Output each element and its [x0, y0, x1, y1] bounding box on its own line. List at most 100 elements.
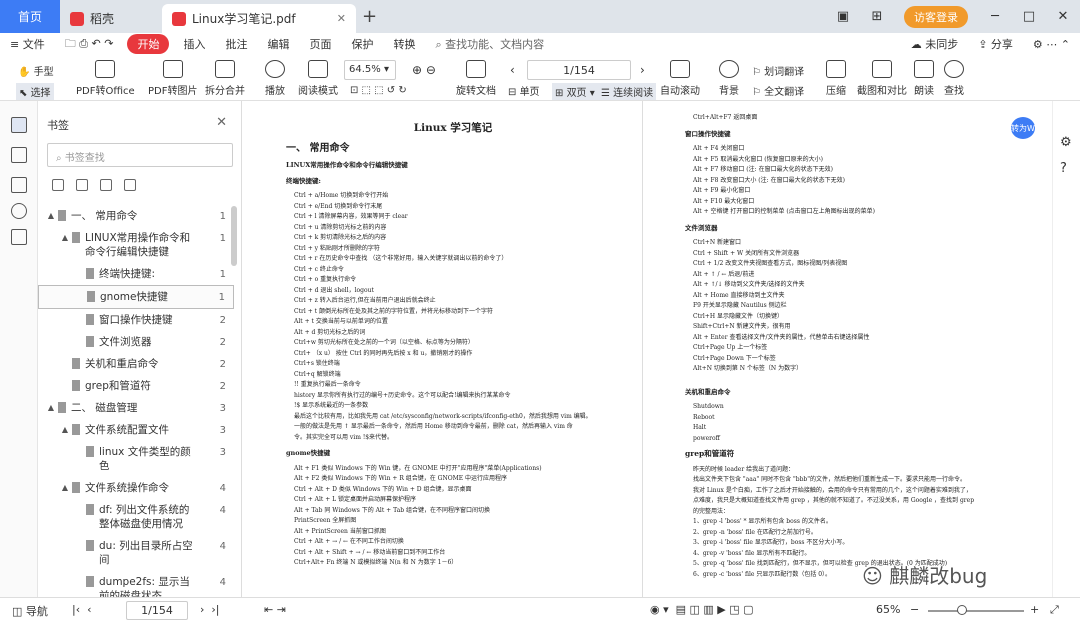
- feature-search[interactable]: ⌕ 查找功能、文档内容: [435, 36, 544, 52]
- thumbnail-icon[interactable]: [11, 147, 27, 163]
- view-mode-status-icons[interactable]: ◉ ▾ ▤ ◫ ▥ ▶ ◳ ▢: [650, 603, 754, 616]
- help-icon[interactable]: ?: [1060, 161, 1067, 176]
- bookmark-item[interactable]: linux 文件类型的颜色 3: [38, 441, 234, 477]
- maximize-icon[interactable]: □: [1012, 9, 1046, 24]
- bookmark-icon[interactable]: [100, 179, 112, 191]
- bookmark-item[interactable]: df: 列出文件系统的整体磁盘使用情况 4: [38, 499, 234, 535]
- pdf-to-image-button[interactable]: PDF转图片: [148, 60, 197, 97]
- menu-start[interactable]: 开始: [127, 34, 170, 54]
- continuous-read-button[interactable]: ☰ 连续阅读: [598, 83, 657, 100]
- workspace-icon[interactable]: ▣: [826, 9, 860, 24]
- expand-icon[interactable]: ▲: [60, 231, 70, 245]
- hand-tool[interactable]: ✋ 手型: [18, 63, 54, 78]
- close-window-icon[interactable]: ✕: [1046, 9, 1080, 24]
- first-prev-page-icons[interactable]: |‹ ‹: [72, 603, 92, 616]
- convert-word-bubble[interactable]: 转为W: [1011, 117, 1035, 139]
- next-last-page-icons[interactable]: › ›|: [200, 603, 220, 616]
- full-translate-button[interactable]: ⚐ 全文翻译: [752, 83, 804, 98]
- nav-button[interactable]: ◫ 导航: [12, 603, 48, 619]
- menu-convert[interactable]: 转换: [383, 36, 425, 52]
- login-button[interactable]: 访客登录: [904, 5, 968, 28]
- bookmark-item[interactable]: 窗口操作快捷键 2: [38, 309, 234, 331]
- bookmark-search-input[interactable]: ⌕ 书签查找: [47, 143, 233, 167]
- bookmark-item[interactable]: ▲ 文件系统操作命令 4: [38, 477, 234, 499]
- bookmark-item[interactable]: 终端快捷键: 1: [38, 263, 234, 285]
- grid-icon[interactable]: ⊞: [860, 9, 894, 24]
- zoom-select[interactable]: 64.5% ▾: [344, 60, 396, 80]
- double-page-button[interactable]: ⊞ 双页 ▾: [552, 83, 598, 100]
- rotate-document-button[interactable]: 旋转文档: [456, 60, 496, 97]
- menu-file[interactable]: 文件: [23, 38, 45, 51]
- background-button[interactable]: 背景: [719, 60, 739, 97]
- bookmark-item[interactable]: ▲ 一、 常用命令 1: [38, 205, 234, 227]
- next-page-icon[interactable]: ›: [640, 63, 645, 77]
- expand-icon[interactable]: ▲: [46, 401, 56, 415]
- expand-icon[interactable]: ▲: [46, 209, 56, 223]
- find-button[interactable]: 查找: [944, 60, 964, 97]
- close-tab-icon[interactable]: ✕: [337, 12, 346, 25]
- page-input[interactable]: 1/154: [527, 60, 631, 80]
- status-zoom[interactable]: 65%: [876, 603, 900, 616]
- menu-protect[interactable]: 保护: [341, 36, 383, 52]
- tab-home[interactable]: 首页: [0, 0, 60, 33]
- view-mode-icons[interactable]: ⊡ ⬚ ⬚ ↺ ↻: [350, 85, 407, 96]
- attachment-icon[interactable]: [11, 203, 27, 219]
- minimize-icon[interactable]: ─: [978, 9, 1012, 24]
- pdf-to-office-button[interactable]: PDF转Office: [76, 60, 135, 97]
- menu-edit[interactable]: 编辑: [257, 36, 299, 52]
- menu-annotate[interactable]: 批注: [215, 36, 257, 52]
- menu-insert[interactable]: 插入: [173, 36, 215, 52]
- hamburger-menu-icon[interactable]: ≡ 文件: [0, 36, 55, 52]
- bookmark-item[interactable]: ▲ LINUX常用操作命令和命令行编辑快捷键 1: [38, 227, 234, 263]
- fullscreen-icon[interactable]: ⤢: [1050, 603, 1059, 617]
- zoom-out-icon[interactable]: −: [910, 603, 919, 616]
- read-aloud-button[interactable]: 朗读: [914, 60, 934, 97]
- signature-icon[interactable]: [11, 229, 27, 245]
- play-button[interactable]: 播放: [265, 60, 285, 97]
- compress-button[interactable]: 压缩: [826, 60, 846, 97]
- share-button[interactable]: ⇪ 分享: [968, 36, 1023, 52]
- settings-icons[interactable]: ⚙ ⋯ ⌃: [1023, 38, 1080, 51]
- bookmark-item[interactable]: dumpe2fs: 显示当前的磁盘状态 4: [38, 571, 234, 597]
- single-page-button[interactable]: ⊟ 单页: [508, 83, 540, 98]
- screenshot-compare-button[interactable]: 截图和对比: [857, 60, 907, 97]
- back-forward-icons[interactable]: ⇤ ⇥: [264, 603, 286, 616]
- bookmark-scrollbar[interactable]: [231, 206, 237, 266]
- annotation-icon[interactable]: [11, 177, 27, 193]
- add-child-icon[interactable]: [76, 179, 88, 191]
- tab-daoke[interactable]: 稻壳: [60, 4, 162, 33]
- tab-document[interactable]: Linux学习笔记.pdf ✕: [162, 4, 356, 33]
- bookmark-item[interactable]: ▲ 文件系统配置文件 3: [38, 419, 234, 441]
- zoom-icons[interactable]: ⊕ ⊖: [412, 63, 436, 77]
- zoom-slider-knob[interactable]: [957, 605, 967, 615]
- expand-icon[interactable]: ▲: [60, 481, 70, 495]
- new-tab-icon[interactable]: +: [362, 6, 377, 27]
- expand-icon[interactable]: ▲: [60, 423, 70, 437]
- quick-access-icons[interactable]: 🗀 ⎙ ↶ ↷: [55, 35, 124, 54]
- bookmark-item[interactable]: 文件浏览器 2: [38, 331, 234, 353]
- add-bookmark-icon[interactable]: [52, 179, 64, 191]
- bookmark-doc-icon: [86, 314, 94, 325]
- bookmark-panel-icon[interactable]: [11, 117, 27, 133]
- split-merge-button[interactable]: 拆分合并: [205, 60, 245, 97]
- bookmark-item[interactable]: grep和管道符 2: [38, 375, 234, 397]
- bookmark-item[interactable]: du: 列出目录所占空间 4: [38, 535, 234, 571]
- pdf-page-right: Ctrl+Alt+F7 返回桌面 窗口操作快捷键 Alt + F4 关闭窗口 Al…: [642, 101, 1052, 597]
- settings-icon[interactable]: ⚙: [1060, 135, 1072, 150]
- zoom-slider[interactable]: [928, 610, 1024, 612]
- bookmark-item[interactable]: 关机和重启命令 2: [38, 353, 234, 375]
- read-mode-button[interactable]: 阅读模式: [298, 60, 338, 97]
- auto-scroll-button[interactable]: 自动滚动: [660, 60, 700, 97]
- sync-status[interactable]: ☁ 未同步: [901, 36, 969, 52]
- select-tool[interactable]: ⬉ 选择: [16, 83, 54, 100]
- zoom-in-icon[interactable]: +: [1030, 603, 1039, 616]
- bookmark-item[interactable]: ▲ 二、 磁盘管理 3: [38, 397, 234, 419]
- bookmark-item[interactable]: gnome快捷键 1: [38, 285, 234, 309]
- delete-bookmark-icon[interactable]: [124, 179, 136, 191]
- status-page-input[interactable]: 1/154: [126, 601, 188, 620]
- menu-page[interactable]: 页面: [299, 36, 341, 52]
- eye-icon: [719, 60, 739, 78]
- word-translate-button[interactable]: ⚐ 划词翻译: [752, 63, 804, 78]
- close-panel-icon[interactable]: ✕: [216, 115, 227, 130]
- prev-page-icon[interactable]: ‹: [510, 63, 515, 77]
